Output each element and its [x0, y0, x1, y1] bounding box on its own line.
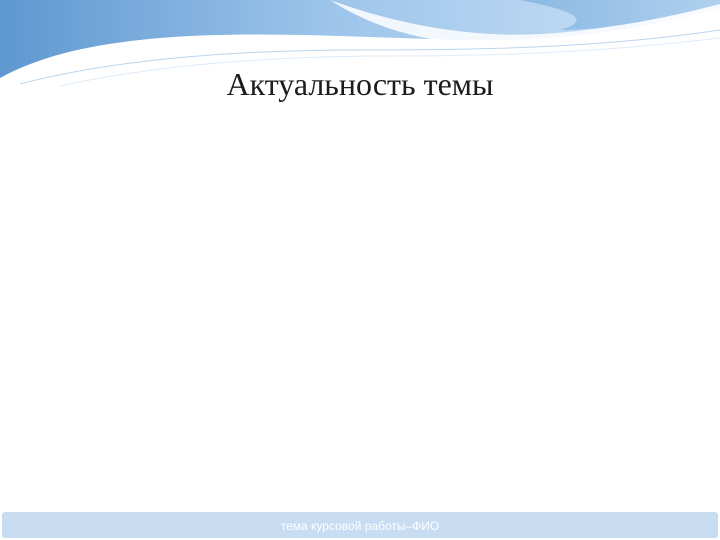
footer-bar: тема курсовой работы–ФИО	[2, 512, 718, 538]
footer-text: тема курсовой работы–ФИО	[280, 519, 440, 533]
slide-content-area	[40, 120, 680, 500]
slide-title: Актуальность темы	[226, 66, 494, 102]
slide: Актуальность темы тема курсовой работы–Ф…	[0, 0, 720, 540]
